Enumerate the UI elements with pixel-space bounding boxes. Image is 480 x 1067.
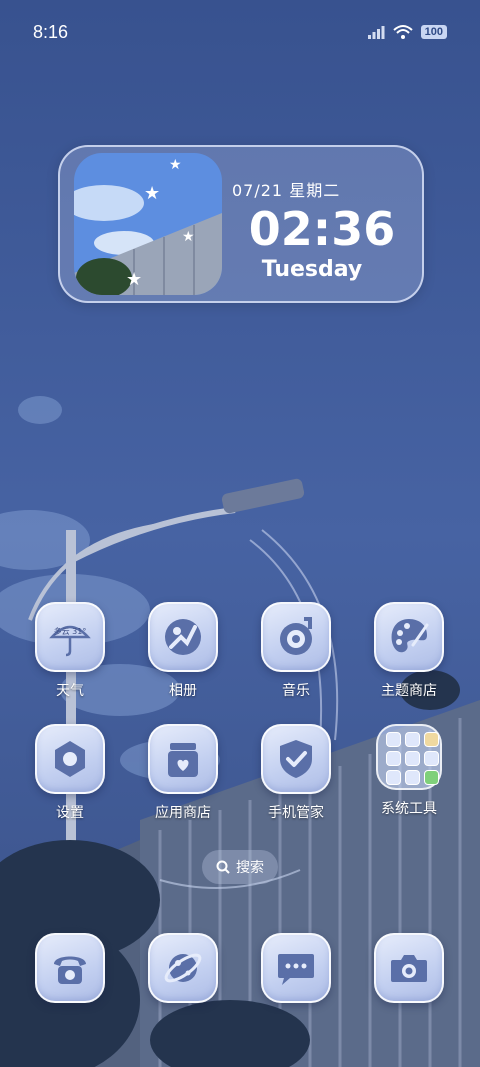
dock-camera[interactable] bbox=[359, 933, 459, 1003]
message-icon bbox=[278, 954, 314, 985]
battery-indicator: 100 bbox=[420, 25, 447, 39]
signal-icon bbox=[367, 26, 385, 39]
music-icon bbox=[280, 617, 312, 655]
app-store-app-icon[interactable] bbox=[148, 724, 218, 794]
music-app-icon[interactable] bbox=[261, 602, 331, 672]
album-icon bbox=[165, 619, 201, 655]
widget-clock: 02:36 bbox=[248, 202, 396, 256]
clock-widget[interactable]: ★ ★ ★ ★ 07/21 星期二 02:36 Tuesday bbox=[58, 145, 424, 303]
app-settings[interactable]: 设置 bbox=[20, 724, 120, 822]
theme-store-app-icon[interactable] bbox=[374, 602, 444, 672]
wifi-icon bbox=[392, 25, 413, 39]
svg-text:★: ★ bbox=[169, 157, 182, 173]
app-label: 应用商店 bbox=[155, 805, 211, 821]
mini-app-icon bbox=[405, 732, 420, 747]
planet-icon bbox=[164, 953, 202, 983]
app-label: 音乐 bbox=[282, 683, 310, 699]
shield-icon bbox=[280, 740, 312, 778]
search-label: 搜索 bbox=[236, 860, 264, 876]
store-icon bbox=[168, 743, 198, 777]
app-label: 设置 bbox=[56, 805, 84, 821]
mini-app-icon bbox=[405, 751, 420, 766]
dock-phone[interactable] bbox=[20, 933, 120, 1003]
album-app-icon[interactable] bbox=[148, 602, 218, 672]
mini-app-icon bbox=[386, 732, 401, 747]
app-album[interactable]: 相册 bbox=[133, 602, 233, 700]
widget-date: 07/21 星期二 bbox=[232, 181, 341, 200]
browser-app-icon[interactable] bbox=[148, 933, 218, 1003]
app-security[interactable]: 手机管家 bbox=[246, 724, 346, 822]
mini-app-icon bbox=[424, 770, 439, 785]
mini-app-icon bbox=[424, 732, 439, 747]
weather-app-icon[interactable]: 多云 31° bbox=[35, 602, 105, 672]
status-icons: 100 bbox=[367, 24, 447, 40]
palette-icon bbox=[391, 619, 429, 653]
app-label: 天气 bbox=[56, 683, 84, 699]
svg-text:★: ★ bbox=[182, 229, 195, 245]
mini-app-icon bbox=[386, 770, 401, 785]
phone-app-icon[interactable] bbox=[35, 933, 105, 1003]
app-music[interactable]: 音乐 bbox=[246, 602, 346, 700]
app-label: 相册 bbox=[169, 683, 197, 699]
svg-text:★: ★ bbox=[144, 183, 160, 204]
weather-badge: 多云 31° bbox=[54, 626, 87, 636]
security-app-icon[interactable] bbox=[261, 724, 331, 794]
app-theme-store[interactable]: 主题商店 bbox=[359, 602, 459, 700]
phone-icon bbox=[54, 956, 86, 984]
gear-icon bbox=[55, 741, 85, 777]
mini-app-icon bbox=[386, 751, 401, 766]
widget-photo: ★ ★ ★ ★ bbox=[74, 153, 222, 295]
settings-app-icon[interactable] bbox=[35, 724, 105, 794]
status-bar: 8:16 100 bbox=[0, 0, 480, 68]
search-button[interactable]: 搜索 bbox=[202, 850, 278, 884]
app-label: 系统工具 bbox=[381, 801, 437, 817]
svg-text:★: ★ bbox=[126, 269, 142, 290]
search-icon bbox=[216, 860, 230, 874]
dock-messages[interactable] bbox=[246, 933, 346, 1003]
app-weather[interactable]: 多云 31° 天气 bbox=[20, 602, 120, 700]
mini-app-icon bbox=[405, 770, 420, 785]
dock-browser[interactable] bbox=[133, 933, 233, 1003]
mini-app-icon bbox=[424, 751, 439, 766]
app-label: 主题商店 bbox=[381, 683, 437, 699]
messages-app-icon[interactable] bbox=[261, 933, 331, 1003]
app-app-store[interactable]: 应用商店 bbox=[133, 724, 233, 822]
system-tools-folder-icon[interactable] bbox=[376, 724, 442, 790]
widget-day: Tuesday bbox=[261, 257, 363, 282]
app-label: 手机管家 bbox=[268, 805, 324, 821]
umbrella-icon: 多云 31° bbox=[49, 625, 91, 657]
folder-system-tools[interactable]: 系统工具 bbox=[359, 724, 459, 818]
camera-app-icon[interactable] bbox=[374, 933, 444, 1003]
camera-icon bbox=[391, 955, 427, 982]
status-time: 8:16 bbox=[33, 22, 69, 42]
